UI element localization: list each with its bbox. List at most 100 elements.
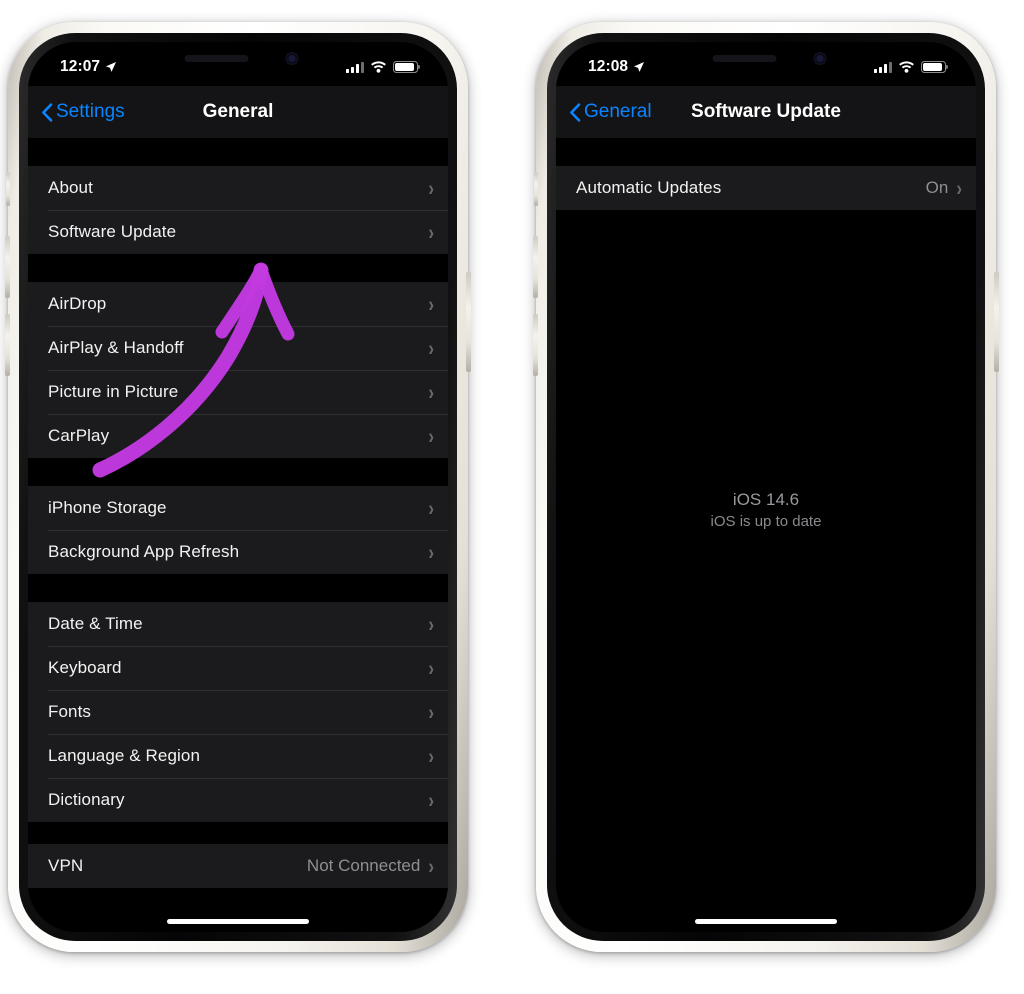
row-label: Automatic Updates xyxy=(576,178,722,197)
row-background-app-refresh[interactable]: Background App Refresh › xyxy=(28,530,448,574)
chevron-right-icon: › xyxy=(428,788,434,812)
list-group-locale: Date & Time › Keyboard › Fonts › Languag… xyxy=(28,602,448,822)
location-arrow-icon xyxy=(106,62,117,72)
volume-down-button[interactable] xyxy=(533,314,538,376)
battery-icon xyxy=(393,61,421,73)
row-label: Background App Refresh xyxy=(48,542,240,561)
chevron-right-icon: › xyxy=(428,380,434,404)
row-keyboard[interactable]: Keyboard › xyxy=(28,646,448,690)
status-bar-left-group: 12:08 xyxy=(588,58,645,76)
chevron-right-icon: › xyxy=(428,220,434,244)
front-camera-icon xyxy=(285,52,299,65)
chevron-right-icon: › xyxy=(956,176,962,200)
chevron-right-icon: › xyxy=(428,656,434,680)
home-indicator[interactable] xyxy=(167,919,309,924)
status-bar-right-group xyxy=(874,61,949,73)
row-label: CarPlay xyxy=(48,426,110,445)
list-gap xyxy=(28,822,448,844)
earpiece-speaker-icon xyxy=(184,55,249,62)
chevron-right-icon: › xyxy=(428,424,434,448)
row-label: AirDrop xyxy=(48,294,107,313)
list-group-vpn: VPN Not Connected › xyxy=(28,844,448,888)
cellular-signal-icon xyxy=(874,61,892,73)
wifi-icon xyxy=(899,61,914,73)
row-software-update[interactable]: Software Update › xyxy=(28,210,448,254)
notch xyxy=(678,42,854,75)
chevron-right-icon: › xyxy=(428,176,434,200)
cellular-signal-icon xyxy=(346,61,364,73)
row-value: On xyxy=(925,178,949,197)
chevron-right-icon: › xyxy=(428,854,434,878)
power-button[interactable] xyxy=(466,272,471,372)
back-button-label: Settings xyxy=(56,101,125,122)
row-label: Fonts xyxy=(48,702,92,721)
phone-left: 12:07 General Settings About › Software … xyxy=(5,22,471,952)
row-dictionary[interactable]: Dictionary › xyxy=(28,778,448,822)
wifi-icon xyxy=(371,61,386,73)
settings-list-left[interactable]: About › Software Update › AirDrop › AirP… xyxy=(28,138,448,932)
software-update-list[interactable]: Automatic Updates On › iOS 14.6 iOS is u… xyxy=(556,138,976,932)
phone-right: 12:08 Software Update General Automatic … xyxy=(533,22,999,952)
row-value: Not Connected xyxy=(306,856,421,875)
chevron-right-icon: › xyxy=(428,612,434,636)
row-label: AirPlay & Handoff xyxy=(48,338,184,357)
silent-switch[interactable] xyxy=(6,172,10,206)
row-label: Picture in Picture xyxy=(48,382,179,401)
chevron-left-icon xyxy=(42,102,53,122)
row-label: Date & Time xyxy=(48,614,143,633)
chevron-right-icon: › xyxy=(428,496,434,520)
notch xyxy=(150,42,326,75)
back-button-settings[interactable]: Settings xyxy=(41,101,125,123)
row-automatic-updates[interactable]: Automatic Updates On › xyxy=(556,166,976,210)
chevron-right-icon: › xyxy=(428,744,434,768)
row-label: Software Update xyxy=(48,222,177,241)
row-label: iPhone Storage xyxy=(48,498,167,517)
list-group-info: About › Software Update › xyxy=(28,166,448,254)
row-iphone-storage[interactable]: iPhone Storage › xyxy=(28,486,448,530)
phone-screen-right: 12:08 Software Update General Automatic … xyxy=(556,42,976,932)
row-label: About xyxy=(48,178,93,197)
row-vpn[interactable]: VPN Not Connected › xyxy=(28,844,448,888)
row-airdrop[interactable]: AirDrop › xyxy=(28,282,448,326)
nav-bar-left: General Settings xyxy=(28,86,448,138)
back-button-general[interactable]: General xyxy=(569,101,652,123)
list-gap xyxy=(28,458,448,486)
phone-screen-left: 12:07 General Settings About › Software … xyxy=(28,42,448,932)
list-gap xyxy=(556,138,976,166)
power-button[interactable] xyxy=(994,272,999,372)
row-label: Keyboard xyxy=(48,658,122,677)
row-label: VPN xyxy=(48,856,84,875)
chevron-right-icon: › xyxy=(428,700,434,724)
row-language-region[interactable]: Language & Region › xyxy=(28,734,448,778)
volume-down-button[interactable] xyxy=(5,314,10,376)
row-carplay[interactable]: CarPlay › xyxy=(28,414,448,458)
row-date-time[interactable]: Date & Time › xyxy=(28,602,448,646)
status-bar-right-group xyxy=(346,61,421,73)
earpiece-speaker-icon xyxy=(712,55,777,62)
chevron-right-icon: › xyxy=(428,540,434,564)
nav-bar-right: Software Update General xyxy=(556,86,976,138)
list-group-automatic-updates: Automatic Updates On › xyxy=(556,166,976,210)
ios-update-message: iOS is up to date xyxy=(710,513,822,530)
row-picture-in-picture[interactable]: Picture in Picture › xyxy=(28,370,448,414)
row-about[interactable]: About › xyxy=(28,166,448,210)
battery-icon xyxy=(921,61,949,73)
chevron-left-icon xyxy=(570,102,581,122)
front-camera-icon xyxy=(813,52,827,65)
clock-time: 12:08 xyxy=(588,58,629,75)
volume-up-button[interactable] xyxy=(533,236,538,298)
volume-up-button[interactable] xyxy=(5,236,10,298)
home-indicator[interactable] xyxy=(695,919,837,924)
list-group-storage: iPhone Storage › Background App Refresh … xyxy=(28,486,448,574)
update-status-block: iOS 14.6 iOS is up to date xyxy=(556,490,976,530)
location-arrow-icon xyxy=(634,62,645,72)
chevron-right-icon: › xyxy=(428,336,434,360)
row-airplay-handoff[interactable]: AirPlay & Handoff › xyxy=(28,326,448,370)
row-fonts[interactable]: Fonts › xyxy=(28,690,448,734)
silent-switch[interactable] xyxy=(534,172,538,206)
back-button-label: General xyxy=(584,101,652,122)
list-gap xyxy=(28,254,448,282)
phone-bezel: 12:07 General Settings About › Software … xyxy=(19,33,457,941)
list-gap xyxy=(28,574,448,602)
ios-version-label: iOS 14.6 xyxy=(732,490,800,509)
